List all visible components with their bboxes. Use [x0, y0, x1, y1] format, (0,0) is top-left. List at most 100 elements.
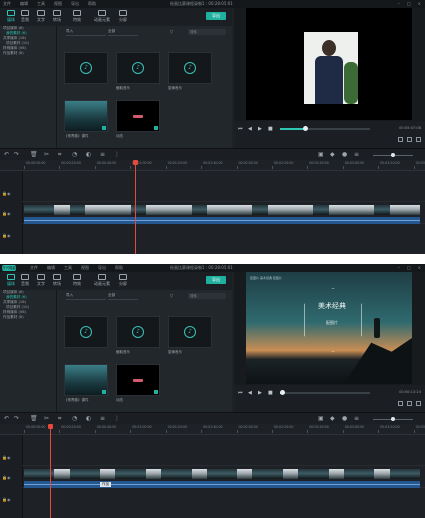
split-icon[interactable]: ⋮: [114, 151, 120, 158]
render-icon[interactable]: ▣: [318, 151, 324, 158]
export-button[interactable]: 导出: [206, 12, 226, 20]
track-lock-icon[interactable]: 🔒◉: [2, 497, 10, 502]
delete-icon[interactable]: 🗑: [30, 151, 38, 158]
fullscreen-icon[interactable]: [416, 401, 421, 406]
track-lane-audio[interactable]: [22, 487, 425, 518]
group-select[interactable]: 全部: [108, 293, 138, 300]
playhead-handle[interactable]: [132, 160, 138, 165]
maximize-button[interactable]: □: [407, 265, 411, 270]
menu-tools[interactable]: 工具: [37, 1, 45, 7]
tab-split-screen[interactable]: 分屏: [114, 274, 132, 288]
prev-frame-icon[interactable]: ⏮: [238, 390, 243, 396]
search-input[interactable]: 搜索: [188, 29, 226, 35]
color-icon[interactable]: ◐: [86, 415, 91, 422]
menu-file[interactable]: 文件: [3, 1, 11, 7]
media-tile-title[interactable]: [116, 364, 160, 396]
track-lock-icon[interactable]: 🔒◉: [2, 455, 10, 460]
mic-icon[interactable]: ●: [342, 151, 347, 158]
folder-item[interactable]: 作品素材 (6): [0, 315, 56, 320]
media-tile[interactable]: ♪: [168, 52, 212, 84]
close-button[interactable]: ×: [418, 1, 421, 6]
tab-elements[interactable]: 动画元素: [90, 10, 114, 24]
zoom-slider[interactable]: [373, 153, 413, 157]
screenshot-icon[interactable]: [398, 401, 403, 406]
menu-export[interactable]: 导出: [98, 265, 106, 271]
mixer-icon[interactable]: ≡: [354, 151, 359, 158]
audio-adjust-icon[interactable]: ≡: [100, 151, 105, 158]
tab-split-screen[interactable]: 分屏: [114, 10, 132, 24]
menu-view[interactable]: 视图: [81, 265, 89, 271]
preview-screen[interactable]: [246, 8, 412, 120]
media-tile[interactable]: ♪: [168, 316, 212, 348]
crop-icon[interactable]: ⌗: [58, 151, 61, 158]
maximize-button[interactable]: □: [407, 1, 411, 6]
tab-transition[interactable]: 转场: [48, 274, 66, 288]
color-icon[interactable]: ◐: [86, 151, 91, 158]
playback-progress[interactable]: [280, 126, 370, 131]
track-lane-audio[interactable]: [22, 223, 425, 254]
menu-help[interactable]: 帮助: [115, 265, 123, 271]
playhead[interactable]: [132, 160, 138, 254]
mic-icon[interactable]: ●: [342, 415, 347, 422]
undo-icon[interactable]: ↶: [4, 415, 9, 422]
preview-screen[interactable]: 美术经典 配图片 配图片 美术经典 配图片: [246, 272, 412, 384]
timeline-ruler[interactable]: 00:00:00:00 00:00:20:00 00:00:40:00 00:01:0…: [0, 160, 425, 171]
filter-icon[interactable]: ▽: [170, 29, 180, 35]
progress-knob[interactable]: [303, 126, 309, 131]
menu-edit[interactable]: 编辑: [20, 1, 28, 7]
media-tile-title[interactable]: [116, 100, 160, 132]
play-icon[interactable]: ▶: [258, 390, 262, 396]
volume-icon[interactable]: [407, 401, 412, 406]
sort-select[interactable]: 导入: [66, 29, 106, 36]
tab-transition[interactable]: 转场: [48, 10, 66, 24]
track-lock-icon[interactable]: 🔒◉: [2, 191, 10, 196]
media-tile[interactable]: ♪: [116, 52, 160, 84]
progress-knob[interactable]: [279, 390, 285, 395]
menu-export[interactable]: 导出: [71, 1, 79, 7]
split-icon[interactable]: ⋮: [114, 415, 120, 422]
close-button[interactable]: ×: [418, 265, 421, 270]
crop-icon[interactable]: ⌗: [58, 415, 61, 422]
mixer-icon[interactable]: ≡: [354, 415, 359, 422]
sort-select[interactable]: 导入: [66, 293, 106, 300]
step-back-icon[interactable]: ◀: [248, 126, 252, 132]
render-icon[interactable]: ▣: [318, 415, 324, 422]
play-icon[interactable]: ▶: [258, 126, 262, 132]
media-tile-video[interactable]: [64, 100, 108, 132]
cut-icon[interactable]: ✂: [44, 415, 49, 422]
minimize-button[interactable]: –: [398, 265, 400, 270]
media-tile[interactable]: ♪: [64, 316, 108, 348]
menu-view[interactable]: 视图: [54, 1, 62, 7]
export-button[interactable]: 导出: [206, 276, 226, 284]
playhead[interactable]: [48, 424, 54, 518]
timeline-ruler[interactable]: 00:00:00:00 00:00:20:00 00:00:40:00 00:01:0…: [0, 424, 425, 435]
video-clip[interactable]: [24, 469, 420, 479]
step-back-icon[interactable]: ◀: [248, 390, 252, 396]
track-lane-empty[interactable]: [22, 435, 425, 466]
media-tile[interactable]: ♪: [64, 52, 108, 84]
fullscreen-icon[interactable]: [416, 137, 421, 142]
filter-icon[interactable]: ▽: [170, 293, 180, 299]
menu-help[interactable]: 帮助: [88, 1, 96, 7]
minimize-button[interactable]: –: [398, 1, 400, 6]
group-select[interactable]: 全部: [108, 29, 138, 36]
tab-effects[interactable]: 特效: [68, 10, 86, 24]
redo-icon[interactable]: ↷: [14, 415, 19, 422]
menu-tools[interactable]: 工具: [64, 265, 72, 271]
delete-icon[interactable]: 🗑: [30, 415, 38, 422]
media-tile[interactable]: ♪: [116, 316, 160, 348]
cut-icon[interactable]: ✂: [44, 151, 49, 158]
track-lane-empty[interactable]: [22, 171, 425, 202]
folder-item[interactable]: 作品素材 (6): [0, 51, 56, 56]
playback-progress[interactable]: [279, 390, 370, 395]
stop-icon[interactable]: ■: [268, 390, 273, 396]
tab-effects[interactable]: 特效: [68, 274, 86, 288]
prev-frame-icon[interactable]: ⏮: [238, 126, 243, 132]
undo-icon[interactable]: ↶: [4, 151, 9, 158]
zoom-knob[interactable]: [391, 153, 395, 157]
marker-icon[interactable]: ◆: [330, 415, 335, 422]
stop-icon[interactable]: ■: [268, 126, 273, 132]
track-lock-icon[interactable]: 🔒◉: [2, 233, 10, 238]
zoom-knob[interactable]: [391, 417, 395, 421]
track-lock-icon[interactable]: 🔒◉: [2, 475, 10, 480]
